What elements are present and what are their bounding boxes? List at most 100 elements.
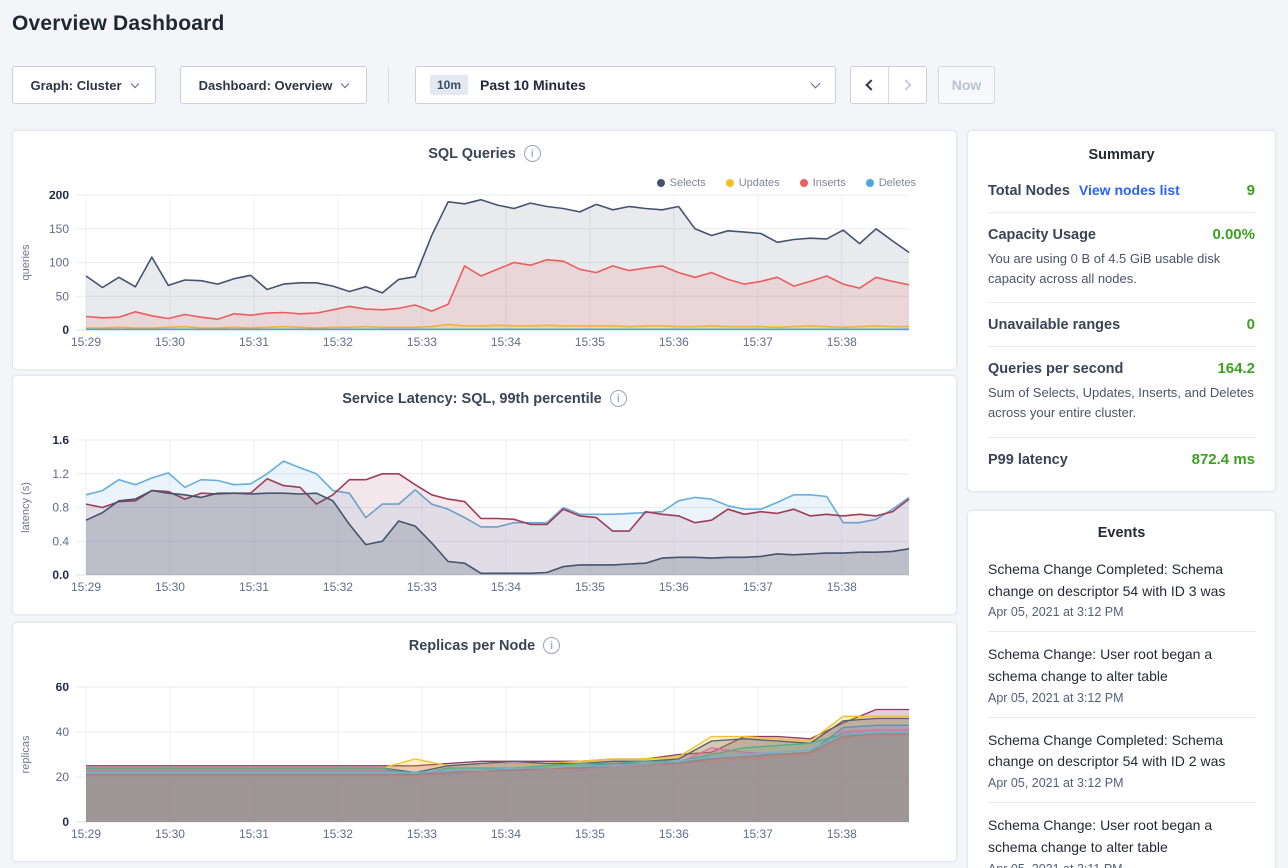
info-icon[interactable]: i [610,390,627,407]
event-item: Schema Change: User root began a schema … [988,632,1255,717]
summary-row: Total NodesView nodes list9 [988,169,1255,213]
legend-label: Deletes [879,177,916,189]
graph-dropdown[interactable]: Graph: Cluster [12,66,156,104]
summary-row: Capacity Usage 0.00% You are using 0 B of … [988,213,1255,303]
legend-item[interactable]: Updates [726,177,780,189]
svg-text:15:38: 15:38 [827,580,857,594]
summary-row-description: Sum of Selects, Updates, Inserts, and De… [988,383,1255,423]
svg-text:15:29: 15:29 [71,335,101,349]
event-text: Schema Change: User root began a schema … [988,815,1255,858]
time-forward-button[interactable] [888,67,926,103]
svg-text:15:35: 15:35 [575,580,605,594]
chart-card-replicas-per-node: Replicas per Nodei 15:2915:3015:3115:321… [12,622,957,862]
summary-row: Queries per second 164.2 Sum of Selects, U… [988,347,1255,437]
svg-text:replicas: replicas [20,735,32,773]
summary-row-label: Queries per second [988,361,1123,377]
svg-text:15:32: 15:32 [323,580,353,594]
chart-card-sql-queries: SQL Queriesi SelectsUpdatesInsertsDelete… [12,130,957,370]
toolbar-divider [388,67,389,103]
svg-text:15:29: 15:29 [71,580,101,594]
svg-text:15:29: 15:29 [71,827,101,841]
svg-text:15:36: 15:36 [659,580,689,594]
svg-text:15:37: 15:37 [743,580,773,594]
chart-legend: Selects Updates Inserts Deletes [657,177,916,189]
summary-panel: Summary Total NodesView nodes list9Capac… [967,130,1276,492]
legend-dot-icon [800,179,808,187]
legend-label: Selects [670,177,706,189]
summary-row-label: Capacity Usage [988,227,1096,243]
svg-text:0: 0 [62,815,69,829]
info-icon[interactable]: i [543,637,560,654]
view-nodes-link[interactable]: View nodes list [1079,182,1180,198]
summary-row-label: Unavailable ranges [988,317,1120,333]
svg-text:150: 150 [49,222,69,236]
svg-text:15:32: 15:32 [323,335,353,349]
svg-text:50: 50 [56,289,70,303]
event-item: Schema Change Completed: Schema change o… [988,718,1255,803]
summary-row: Unavailable ranges0 [988,303,1255,347]
sql-queries-chart[interactable]: 15:2915:3015:3115:3215:3315:3415:3515:36… [13,191,958,355]
svg-text:15:38: 15:38 [827,827,857,841]
svg-text:0.4: 0.4 [52,534,69,548]
dashboard-dropdown[interactable]: Dashboard: Overview [180,66,367,104]
svg-text:15:37: 15:37 [743,335,773,349]
graph-dropdown-label: Graph: Cluster [30,78,121,93]
svg-text:20: 20 [56,770,70,784]
chevron-down-icon [341,79,349,87]
chart-title: Service Latency: SQL, 99th percentile [342,391,602,407]
svg-text:60: 60 [56,683,70,694]
summary-row-value: 164.2 [1217,360,1255,377]
legend-item[interactable]: Deletes [866,177,916,189]
summary-row-value: 872.4 ms [1192,451,1255,468]
chevron-down-icon [130,79,138,87]
event-timestamp: Apr 05, 2021 at 3:12 PM [988,691,1255,705]
svg-text:100: 100 [49,256,69,270]
event-text: Schema Change Completed: Schema change o… [988,730,1255,773]
time-range-picker[interactable]: 10m Past 10 Minutes [415,66,836,104]
svg-text:15:31: 15:31 [239,335,269,349]
svg-text:1.2: 1.2 [52,467,69,481]
legend-dot-icon [657,179,665,187]
event-timestamp: Apr 05, 2021 at 3:11 PM [988,862,1255,868]
svg-text:15:31: 15:31 [239,827,269,841]
time-step-buttons [850,66,927,104]
svg-text:15:35: 15:35 [575,827,605,841]
summary-row: P99 latency872.4 ms [988,438,1255,481]
summary-row-value: 0.00% [1212,226,1255,243]
info-icon[interactable]: i [524,145,541,162]
dashboard-dropdown-label: Dashboard: Overview [199,78,333,93]
chevron-down-icon [811,79,821,89]
legend-label: Inserts [813,177,846,189]
now-button[interactable]: Now [938,66,995,104]
legend-label: Updates [739,177,780,189]
legend-item[interactable]: Inserts [800,177,846,189]
svg-text:15:34: 15:34 [491,335,521,349]
svg-text:15:36: 15:36 [659,335,689,349]
events-title: Events [988,525,1255,541]
time-range-badge: 10m [430,75,468,95]
svg-text:200: 200 [49,191,69,202]
replicas-per-node-chart[interactable]: 15:2915:3015:3115:3215:3315:3415:3515:36… [13,683,958,847]
chart-title: Replicas per Node [409,638,536,654]
svg-text:15:36: 15:36 [659,827,689,841]
summary-title: Summary [988,147,1255,163]
chevron-right-icon [900,79,911,90]
service-latency-chart[interactable]: 15:2915:3015:3115:3215:3315:3415:3515:36… [13,436,958,600]
svg-text:15:30: 15:30 [155,335,185,349]
svg-text:0: 0 [62,323,69,337]
svg-text:0.0: 0.0 [52,568,69,582]
chart-card-service-latency: Service Latency: SQL, 99th percentile i 1… [12,375,957,615]
event-item: Schema Change: User root began a schema … [988,803,1255,868]
events-panel: Events Schema Change Completed: Schema c… [967,510,1276,868]
svg-text:15:33: 15:33 [407,580,437,594]
svg-text:0.8: 0.8 [52,501,69,515]
svg-text:queries: queries [20,244,32,281]
event-timestamp: Apr 05, 2021 at 3:12 PM [988,605,1255,619]
time-back-button[interactable] [851,67,888,103]
summary-row-description: You are using 0 B of 4.5 GiB usable disk… [988,249,1255,289]
legend-item[interactable]: Selects [657,177,706,189]
event-text: Schema Change: User root began a schema … [988,644,1255,687]
svg-text:15:37: 15:37 [743,827,773,841]
page-title: Overview Dashboard [12,12,225,36]
legend-dot-icon [866,179,874,187]
